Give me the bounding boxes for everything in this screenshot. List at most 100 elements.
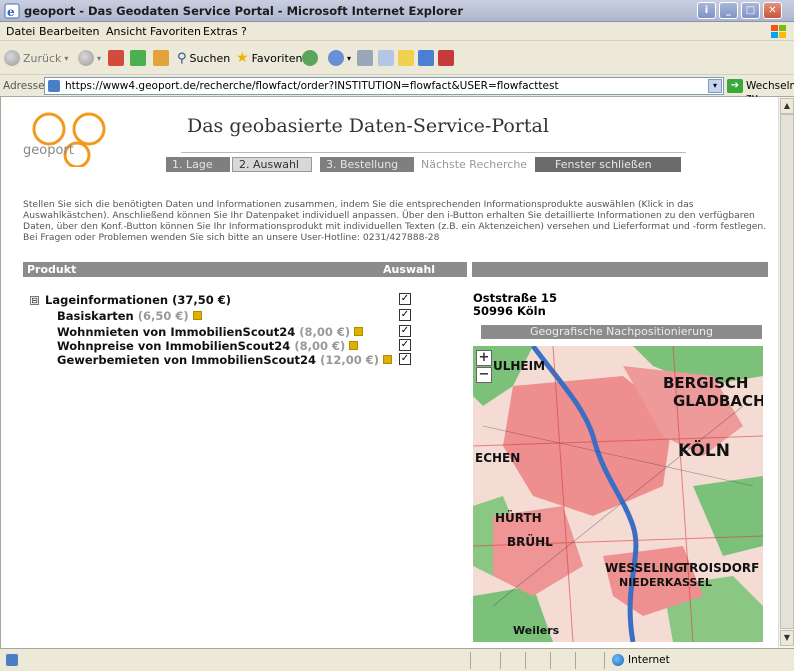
maximize-button[interactable]: □ [741,2,760,19]
mail-button[interactable]: ▾ [328,49,351,67]
vertical-scrollbar[interactable]: ▲ ▼ [778,97,794,648]
tool-icon [438,50,454,66]
map-label-pulheim: ULHEIM [493,359,545,373]
checkbox-basiskarten[interactable]: ✓ [399,309,411,321]
print-icon [357,50,373,66]
menu-ansicht[interactable]: Ansicht [106,25,147,38]
mail-icon [328,50,344,66]
favorites-button[interactable]: ★ Favoriten [236,49,303,67]
back-label: Zurück [23,51,62,65]
home-icon [153,50,169,66]
menu-datei[interactable]: Datei [6,25,35,38]
item-price: (8,00 €) [299,325,351,339]
stop-icon [108,50,124,66]
item-price: (12,00 €) [320,353,379,367]
map-label-niederkassel: NIEDERKASSEL [619,576,712,589]
map-label-gladbach: GLADBACH [673,392,763,410]
address-city: 50996 Köln [473,304,546,318]
help-window-button[interactable]: i [697,2,716,19]
checkbox-wohnpreise[interactable]: ✓ [399,339,411,351]
close-button[interactable]: ✕ [763,2,782,19]
logo-text: geoport [23,143,74,158]
product-column-header: Produkt [27,263,77,276]
checkbox-wohnmieten[interactable]: ✓ [399,325,411,337]
internet-zone-globe-icon [612,654,624,666]
map-zoom-out-button[interactable]: − [476,367,492,383]
menu-favoriten[interactable]: Favoriten [150,25,201,38]
tab-bestellung[interactable]: 3. Bestellung [320,157,414,172]
print-button[interactable] [357,49,373,67]
back-button[interactable]: Zurück ▾ [4,49,68,67]
tab-fenster-schliessen[interactable]: Fenster schließen [535,157,681,172]
item-name: Wohnpreise von ImmobilienScout24 [57,339,291,353]
location-address: Oststraße 15 50996 Köln [473,292,557,318]
menu-help[interactable]: ? [241,25,247,38]
repositioning-button[interactable]: Geografische Nachpositionierung [481,325,762,339]
tab-lage[interactable]: 1. Lage [166,157,230,172]
address-dropdown-icon[interactable]: ▾ [708,79,722,93]
group-name: Lageinformationen [45,293,169,307]
menu-bearbeiten[interactable]: Bearbeiten [39,25,99,38]
security-zone: Internet [628,654,670,666]
status-divider [525,652,526,669]
group-price: (37,50 €) [172,293,232,307]
info-icon[interactable] [192,311,202,320]
mail-dropdown-icon: ▾ [347,53,352,63]
folder-icon [398,50,414,66]
address-label: Adresse [3,80,45,92]
product-item-gewerbemieten: Gewerbemieten von ImmobilienScout24 (12,… [57,353,392,367]
page-icon [48,80,60,92]
map-label-bruehl: BRÜHL [507,534,553,549]
tab-auswahl[interactable]: 2. Auswahl [232,157,312,172]
internet-explorer-icon: e [4,3,20,19]
map-zoom-in-button[interactable]: + [476,350,492,366]
edit-button[interactable] [378,49,394,67]
messenger-button[interactable] [418,49,434,67]
item-price: (8,00 €) [294,339,346,353]
refresh-button[interactable] [130,49,146,67]
stop-button[interactable] [108,49,124,67]
address-input[interactable]: https://www4.geoport.de/recherche/flowfa… [44,77,724,95]
windows-logo-icon [771,25,786,38]
minimize-button[interactable]: _ [719,2,738,19]
history-button[interactable] [302,49,318,67]
info-icon[interactable] [349,341,359,350]
back-dropdown-icon: ▾ [64,53,69,63]
go-arrow-icon[interactable]: ➔ [727,79,743,93]
portal-title: Das geobasierte Daten-Service-Portal [187,115,549,137]
scrollbar-thumb[interactable] [780,114,794,629]
edit-icon [378,50,394,66]
refresh-icon [130,50,146,66]
forward-dropdown-icon: ▾ [97,53,102,63]
search-button[interactable]: ⚲ Suchen [177,49,230,67]
product-item-basiskarten: Basiskarten (6,50 €) [57,309,202,323]
location-map[interactable]: ULHEIM BERGISCH GLADBACH KÖLN ECHEN HÜRT… [473,346,763,642]
window-title-bar[interactable]: e geoport - Das Geodaten Service Portal … [0,0,794,22]
product-item-wohnmieten: Wohnmieten von ImmobilienScout24 (8,00 €… [57,325,364,339]
map-label-weilers: Weilers [513,624,560,637]
item-name: Gewerbemieten von ImmobilienScout24 [57,353,317,367]
forward-arrow-icon [78,50,94,66]
checkbox-gewerbemieten[interactable]: ✓ [399,353,411,365]
folder-button[interactable] [398,49,414,67]
svg-text:e: e [7,5,15,19]
history-icon [302,50,318,66]
scroll-up-icon[interactable]: ▲ [780,98,794,114]
status-divider [500,652,501,669]
product-item-wohnpreise: Wohnpreise von ImmobilienScout24 (8,00 €… [57,339,359,353]
tool-button[interactable] [438,49,454,67]
forward-button[interactable]: ▾ [78,49,101,67]
home-button[interactable] [153,49,169,67]
collapse-icon[interactable]: ⊟ [30,296,39,305]
checkbox-lageinformationen[interactable]: ✓ [399,293,411,305]
tab-naechste-recherche[interactable]: Nächste Recherche [415,157,532,172]
product-group-lageinformationen[interactable]: ⊟ Lageinformationen (37,50 €) [30,293,231,307]
info-icon[interactable] [382,355,392,364]
menu-extras[interactable]: Extras [203,25,238,38]
info-icon[interactable] [354,327,364,336]
status-page-icon [6,654,18,666]
scroll-down-icon[interactable]: ▼ [780,630,794,646]
intro-text: Stellen Sie sich die benötigten Daten un… [23,199,767,243]
status-divider [470,652,471,669]
search-label: Suchen [189,51,231,65]
